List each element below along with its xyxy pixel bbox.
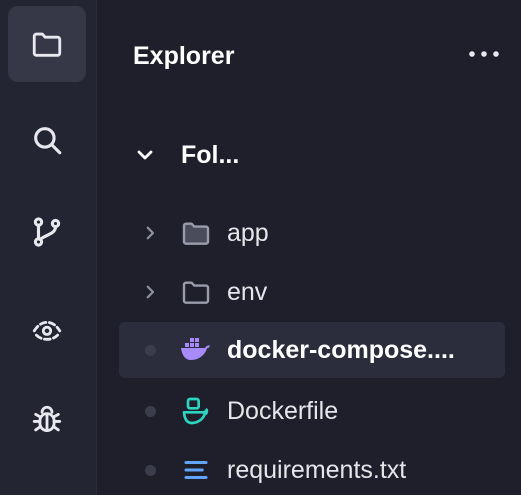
app-window: Explorer ⋯ Fol... <box>0 0 521 495</box>
more-actions-button[interactable]: ⋯ <box>463 38 505 70</box>
tree-item-label: env <box>227 277 268 306</box>
debug-activity-button[interactable] <box>8 382 86 458</box>
chevron-right-icon <box>146 285 155 299</box>
folder-icon <box>32 32 62 57</box>
source-control-activity-button[interactable] <box>8 194 86 270</box>
tree-item-env[interactable]: env <box>119 264 505 320</box>
tree-item-app[interactable]: app <box>119 205 505 261</box>
docker-icon <box>181 338 210 360</box>
activity-bar <box>0 0 97 495</box>
search-activity-button[interactable] <box>8 102 86 178</box>
workspace-folder-header[interactable]: Fol... <box>133 136 239 174</box>
eye-icon <box>32 320 62 341</box>
explorer-activity-button[interactable] <box>8 6 86 82</box>
tree-item-requirements[interactable]: requirements.txt <box>119 442 505 495</box>
explorer-title: Explorer <box>133 42 235 70</box>
chevron-down-icon <box>137 150 153 160</box>
chevron-right-icon <box>146 226 155 240</box>
tree-item-label: requirements.txt <box>227 455 407 484</box>
folder-icon <box>182 281 210 304</box>
folder-icon <box>182 222 210 245</box>
text-lines-icon <box>184 461 208 479</box>
dockerfile-icon <box>182 397 209 425</box>
source-control-icon <box>33 217 61 247</box>
explorer-panel: Explorer ⋯ Fol... <box>97 0 521 495</box>
search-icon <box>34 127 62 155</box>
indent-dot <box>144 344 156 356</box>
tree-item-dockerfile[interactable]: Dockerfile <box>119 383 505 439</box>
more-dots-icon <box>469 51 499 57</box>
tree-item-label: Dockerfile <box>227 396 339 425</box>
indent-dot <box>144 405 156 417</box>
workspace-folder-name: Fol... <box>181 140 240 169</box>
indent-dot <box>144 464 156 476</box>
tree-item-docker-compose[interactable]: docker-compose.... <box>119 322 505 378</box>
bug-icon <box>32 405 62 433</box>
tree-item-label: app <box>227 218 269 247</box>
tree-item-label: docker-compose.... <box>227 335 455 364</box>
eye-activity-button[interactable] <box>8 290 86 366</box>
